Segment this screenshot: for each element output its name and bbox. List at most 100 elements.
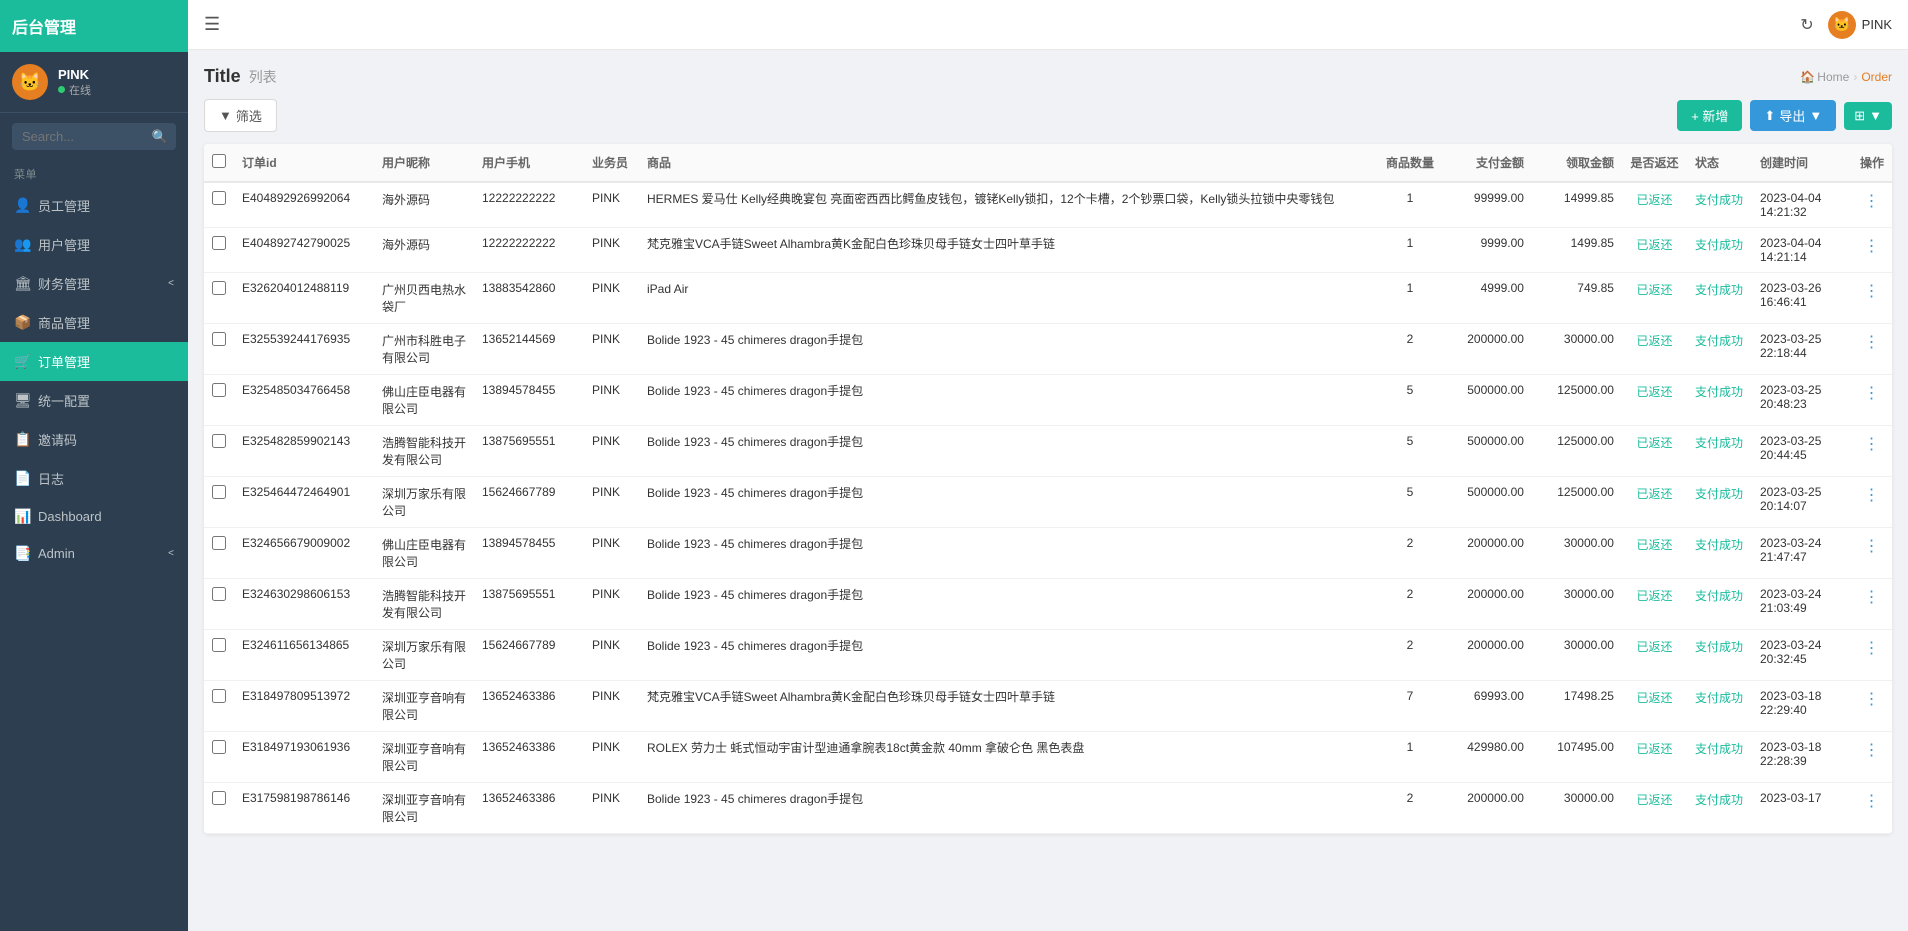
row-time: 2023-03-17	[1752, 783, 1852, 834]
row-action-button[interactable]: ⋮	[1863, 589, 1880, 606]
row-action-button[interactable]: ⋮	[1863, 283, 1880, 300]
export-button[interactable]: ⬆ 导出 ▼	[1750, 100, 1836, 131]
th-receive: 领取金额	[1532, 144, 1622, 182]
row-receive: 1499.85	[1532, 228, 1622, 273]
row-checkbox[interactable]	[212, 791, 226, 805]
row-returned: 已返还	[1622, 375, 1687, 426]
sidebar-item-admin[interactable]: 📑 Admin <	[0, 535, 188, 572]
hamburger-icon[interactable]: ☰	[204, 14, 220, 35]
row-goods: ROLEX 劳力士 蚝式恒动宇宙计型迪通拿腕表18ct黄金款 40mm 拿破仑色…	[639, 732, 1378, 783]
goods-icon: 📦	[14, 314, 30, 331]
th-goods: 商品	[639, 144, 1378, 182]
sidebar-item-label: 财务管理	[38, 274, 90, 293]
row-staff: PINK	[584, 477, 639, 528]
row-checkbox[interactable]	[212, 236, 226, 250]
row-order-id: E325485034766458	[234, 375, 374, 426]
row-returned: 已返还	[1622, 182, 1687, 228]
filter-button[interactable]: ▼ 筛选	[204, 99, 277, 132]
orders-table-wrap: 订单id 用户昵称 用户手机 业务员 商品 商品数量 支付金额 领取金额 是否返…	[204, 144, 1892, 834]
row-staff: PINK	[584, 732, 639, 783]
user-status: 在线	[58, 82, 91, 98]
row-action-button[interactable]: ⋮	[1863, 640, 1880, 657]
row-time: 2023-03-24 20:32:45	[1752, 630, 1852, 681]
sidebar-item-label: 统一配置	[38, 391, 90, 410]
sidebar-item-finance[interactable]: 🏛 财务管理 <	[0, 264, 188, 303]
sidebar-item-user[interactable]: 👥 用户管理	[0, 225, 188, 264]
row-goods: Bolide 1923 - 45 chimeres dragon手提包	[639, 630, 1378, 681]
sidebar-item-goods[interactable]: 📦 商品管理	[0, 303, 188, 342]
row-order-id: E325539244176935	[234, 324, 374, 375]
row-action-cell: ⋮	[1852, 528, 1892, 579]
row-checkbox[interactable]	[212, 536, 226, 550]
sidebar-item-config[interactable]: 🖥 统一配置	[0, 381, 188, 420]
row-goods: Bolide 1923 - 45 chimeres dragon手提包	[639, 783, 1378, 834]
row-time: 2023-03-24 21:47:47	[1752, 528, 1852, 579]
sidebar-nav: 👤 员工管理 👥 用户管理 🏛 财务管理 < 📦 商品管理 🛒 订单管理	[0, 186, 188, 572]
row-status: 支付成功	[1687, 528, 1752, 579]
row-pay: 200000.00	[1442, 630, 1532, 681]
sidebar-item-staff[interactable]: 👤 员工管理	[0, 186, 188, 225]
row-goods: Bolide 1923 - 45 chimeres dragon手提包	[639, 477, 1378, 528]
row-staff: PINK	[584, 528, 639, 579]
th-pay: 支付金额	[1442, 144, 1532, 182]
row-checkbox[interactable]	[212, 485, 226, 499]
search-icon: 🔍	[152, 129, 168, 145]
row-action-button[interactable]: ⋮	[1863, 691, 1880, 708]
row-checkbox[interactable]	[212, 689, 226, 703]
refresh-icon[interactable]: ↻	[1800, 15, 1813, 35]
row-pay: 500000.00	[1442, 426, 1532, 477]
row-staff: PINK	[584, 630, 639, 681]
row-action-button[interactable]: ⋮	[1863, 193, 1880, 210]
row-pay: 200000.00	[1442, 528, 1532, 579]
row-checkbox[interactable]	[212, 638, 226, 652]
row-staff: PINK	[584, 579, 639, 630]
row-pay: 4999.00	[1442, 273, 1532, 324]
row-action-button[interactable]: ⋮	[1863, 793, 1880, 810]
row-receive: 30000.00	[1532, 528, 1622, 579]
topbar-avatar: 🐱	[1828, 11, 1856, 39]
row-order-id: E325464472464901	[234, 477, 374, 528]
th-user: 用户昵称	[374, 144, 474, 182]
row-pay: 99999.00	[1442, 182, 1532, 228]
row-checkbox[interactable]	[212, 281, 226, 295]
row-action-cell: ⋮	[1852, 732, 1892, 783]
row-time: 2023-04-04 14:21:14	[1752, 228, 1852, 273]
row-checkbox-cell	[204, 426, 234, 477]
table-row: E318497193061936 深圳亚亨音响有限公司 13652463386 …	[204, 732, 1892, 783]
row-action-button[interactable]: ⋮	[1863, 742, 1880, 759]
row-checkbox[interactable]	[212, 587, 226, 601]
breadcrumb-home[interactable]: 🏠 Home	[1800, 70, 1849, 84]
row-goods: HERMES 爱马仕 Kelly经典晚宴包 亮面密西西比鳄鱼皮钱包，镀铑Kell…	[639, 182, 1378, 228]
sidebar-item-order[interactable]: 🛒 订单管理	[0, 342, 188, 381]
row-action-button[interactable]: ⋮	[1863, 487, 1880, 504]
row-action-button[interactable]: ⋮	[1863, 238, 1880, 255]
sidebar-item-log[interactable]: 📄 日志	[0, 459, 188, 498]
chevron-right-icon: <	[168, 548, 174, 559]
row-checkbox[interactable]	[212, 383, 226, 397]
row-action-button[interactable]: ⋮	[1863, 385, 1880, 402]
row-returned: 已返还	[1622, 732, 1687, 783]
sidebar-item-dashboard[interactable]: 📊 Dashboard	[0, 498, 188, 535]
topbar-user[interactable]: 🐱 PINK	[1828, 11, 1892, 39]
table-row: E317598198786146 深圳亚亨音响有限公司 13652463386 …	[204, 783, 1892, 834]
row-checkbox[interactable]	[212, 191, 226, 205]
sidebar-item-invite[interactable]: 📋 邀请码	[0, 420, 188, 459]
select-all-checkbox[interactable]	[212, 154, 226, 168]
row-action-button[interactable]: ⋮	[1863, 334, 1880, 351]
row-time: 2023-03-24 21:03:49	[1752, 579, 1852, 630]
row-time: 2023-03-25 20:44:45	[1752, 426, 1852, 477]
th-returned: 是否返还	[1622, 144, 1687, 182]
row-checkbox[interactable]	[212, 332, 226, 346]
user-icon: 👥	[14, 236, 30, 253]
row-time: 2023-03-25 20:48:23	[1752, 375, 1852, 426]
sidebar-item-label: Admin	[38, 546, 75, 561]
new-button[interactable]: + 新增	[1677, 100, 1742, 131]
row-checkbox[interactable]	[212, 434, 226, 448]
new-label: + 新增	[1691, 106, 1728, 125]
columns-button[interactable]: ⊞ ▼	[1844, 102, 1892, 130]
row-action-button[interactable]: ⋮	[1863, 538, 1880, 555]
row-user: 浩腾智能科技开发有限公司	[374, 426, 474, 477]
row-checkbox[interactable]	[212, 740, 226, 754]
row-goods: Bolide 1923 - 45 chimeres dragon手提包	[639, 426, 1378, 477]
row-action-button[interactable]: ⋮	[1863, 436, 1880, 453]
